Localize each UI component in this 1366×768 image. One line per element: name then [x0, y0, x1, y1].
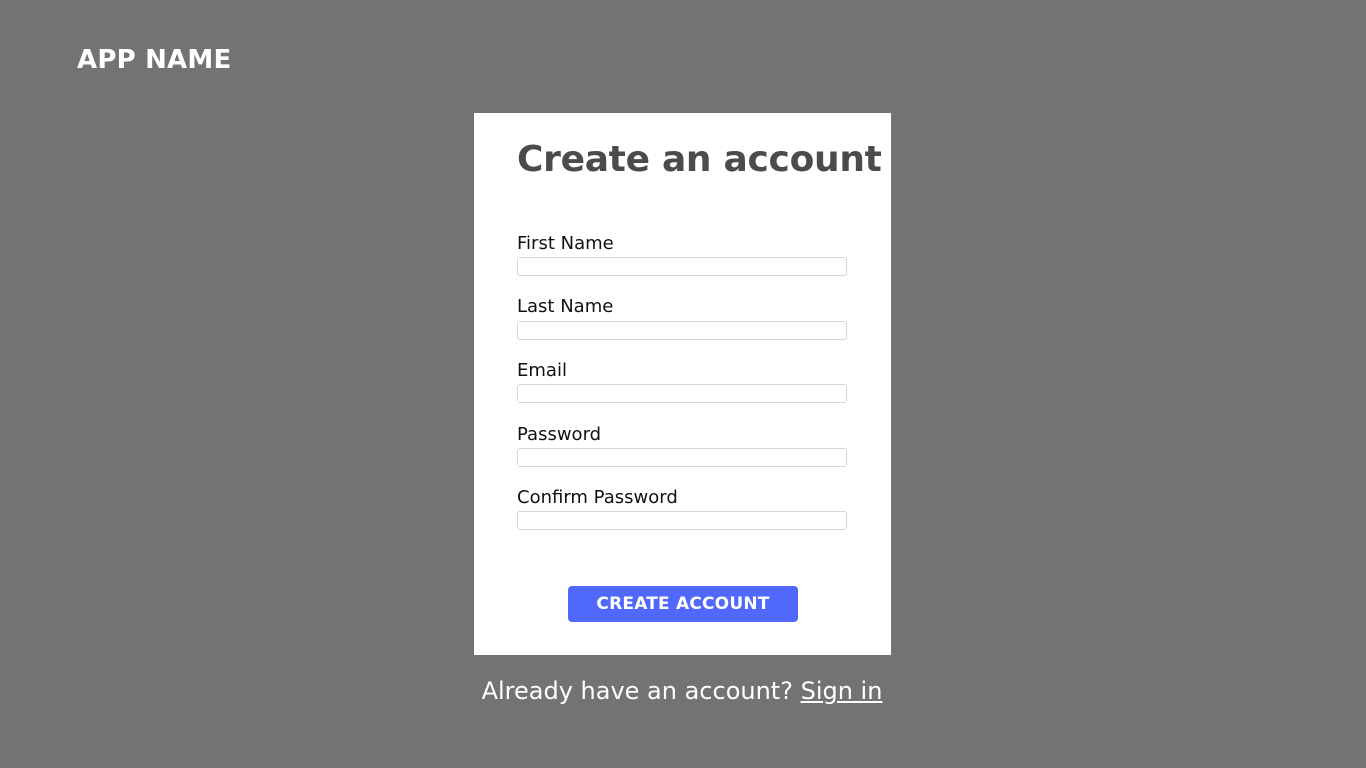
signup-card: Create an account First Name Last Name E… — [474, 113, 891, 655]
password-field[interactable] — [517, 448, 847, 467]
last-name-field[interactable] — [517, 321, 847, 340]
signin-prompt: Already have an account? Sign in — [471, 674, 893, 708]
app-name: APP NAME — [77, 45, 232, 75]
last-name-label: Last Name — [517, 296, 614, 317]
email-label: Email — [517, 360, 567, 381]
first-name-label: First Name — [517, 233, 614, 254]
page-title: Create an account — [517, 139, 882, 180]
signin-link[interactable]: Sign in — [801, 677, 883, 705]
create-account-button[interactable]: CREATE ACCOUNT — [568, 586, 798, 622]
confirm-password-field[interactable] — [517, 511, 847, 530]
confirm-password-label: Confirm Password — [517, 487, 678, 508]
email-field[interactable] — [517, 384, 847, 403]
password-label: Password — [517, 424, 602, 445]
first-name-field[interactable] — [517, 257, 847, 276]
signin-prompt-text: Already have an account? — [481, 677, 801, 705]
